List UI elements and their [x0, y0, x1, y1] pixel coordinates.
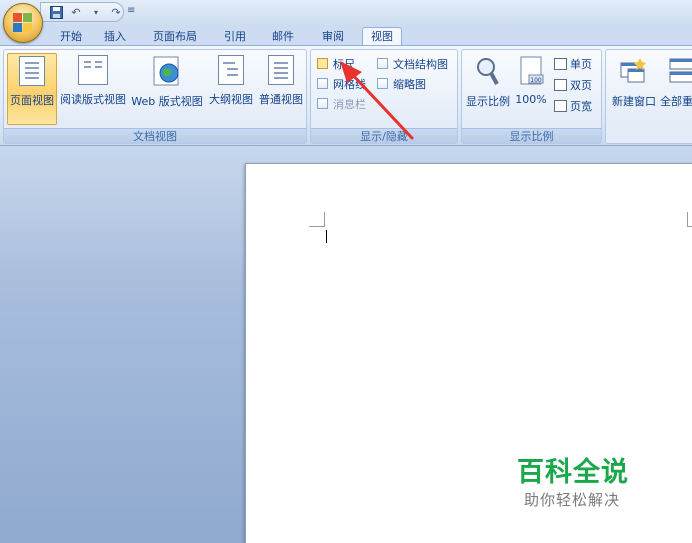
one-page-button[interactable]: 单页 — [554, 56, 592, 72]
crop-mark-right-v — [687, 212, 688, 227]
arrange-all-icon — [668, 55, 692, 87]
draft-view-label: 普通视图 — [259, 93, 303, 106]
web-layout-button[interactable]: Web 版式视图 — [129, 53, 205, 125]
title-bar: ↶ ▾ ↷ ≡ — [0, 0, 692, 26]
full-screen-reading-icon — [78, 55, 108, 85]
new-window-button[interactable]: 新建窗口 — [608, 53, 660, 125]
thumbnails-checkbox[interactable]: 缩略图 — [377, 75, 426, 92]
arrange-all-label: 全部重 — [660, 95, 692, 108]
ruler-label: 标尺 — [333, 57, 355, 71]
two-pages-icon — [554, 79, 567, 91]
draft-view-button[interactable]: 普通视图 — [256, 53, 306, 125]
tab-references[interactable]: 引用 — [216, 28, 254, 46]
full-screen-reading-button[interactable]: 阅读版式视图 — [58, 53, 128, 125]
page-100-icon: 100 — [515, 55, 547, 87]
thumbnails-label: 缩略图 — [393, 77, 426, 91]
ruler-checkbox-box — [317, 58, 328, 69]
gridlines-label: 网格线 — [333, 77, 366, 91]
zoom-100-label: 100% — [515, 93, 547, 106]
gridlines-checkbox[interactable]: 网格线 — [317, 75, 366, 92]
redo-icon[interactable]: ↷ — [109, 5, 123, 19]
ribbon-tabs: 开始 插入 页面布局 引用 邮件 审阅 视图 — [0, 26, 692, 47]
web-layout-label: Web 版式视图 — [131, 95, 203, 108]
globe-icon — [151, 55, 183, 87]
arrange-all-button[interactable]: 全部重 — [660, 53, 692, 125]
crop-mark-left-h — [309, 226, 325, 227]
document-map-label: 文档结构图 — [393, 57, 448, 71]
group-label-zoom: 显示比例 — [462, 128, 601, 143]
page-width-label: 页宽 — [570, 100, 592, 113]
thumbnails-checkbox-box — [377, 78, 388, 89]
gridlines-checkbox-box — [317, 78, 328, 89]
magnifier-icon — [472, 55, 504, 87]
group-label-document-views: 文档视图 — [4, 128, 306, 143]
watermark-title: 百科全说 — [517, 457, 629, 488]
office-button[interactable] — [3, 3, 43, 43]
one-page-icon — [554, 58, 567, 70]
tab-page-layout[interactable]: 页面布局 — [145, 28, 205, 46]
print-layout-icon — [19, 56, 45, 86]
ribbon: 页面视图 阅读版式视图 Web 版式视图 大纲视图 普通视图 文档视图 标尺 网… — [0, 45, 692, 146]
group-show-hide: 标尺 网格线 消息栏 文档结构图 缩略图 显示/隐藏 — [310, 49, 458, 144]
tab-insert[interactable]: 插入 — [96, 28, 134, 46]
print-layout-button[interactable]: 页面视图 — [7, 53, 57, 125]
crop-mark-left-v — [324, 212, 325, 227]
dropdown-small-icon[interactable]: ▾ — [89, 5, 103, 19]
outline-view-label: 大纲视图 — [209, 93, 253, 106]
zoom-button[interactable]: 显示比例 — [464, 53, 512, 125]
group-window: 新建窗口 全部重 — [605, 49, 692, 144]
customize-toolbar-icon[interactable]: ≡ — [127, 5, 135, 16]
document-map-checkbox[interactable]: 文档结构图 — [377, 55, 448, 72]
one-page-label: 单页 — [570, 58, 592, 71]
outline-icon — [218, 55, 244, 85]
zoom-100-button[interactable]: 100 100% — [513, 53, 549, 125]
group-document-views: 页面视图 阅读版式视图 Web 版式视图 大纲视图 普通视图 文档视图 — [3, 49, 307, 144]
tab-home[interactable]: 开始 — [52, 28, 90, 46]
undo-icon[interactable]: ↶ — [69, 5, 83, 19]
save-icon[interactable] — [49, 5, 63, 19]
tab-view[interactable]: 视图 — [362, 27, 402, 47]
message-bar-checkbox-box — [317, 98, 328, 109]
group-label-show-hide: 显示/隐藏 — [311, 128, 457, 143]
svg-text:100: 100 — [530, 77, 542, 84]
new-window-icon — [618, 55, 650, 87]
office-logo-icon — [13, 13, 33, 33]
quick-access-toolbar: ↶ ▾ ↷ — [40, 2, 124, 22]
outline-view-button[interactable]: 大纲视图 — [206, 53, 256, 125]
text-cursor — [326, 230, 327, 243]
message-bar-checkbox: 消息栏 — [317, 95, 366, 112]
two-pages-label: 双页 — [570, 79, 592, 92]
message-bar-label: 消息栏 — [333, 97, 366, 111]
two-pages-button[interactable]: 双页 — [554, 77, 592, 93]
page-width-icon — [554, 100, 567, 112]
print-layout-label: 页面视图 — [10, 94, 54, 107]
draft-icon — [268, 55, 294, 85]
crop-mark-right-h — [687, 226, 692, 227]
tab-review[interactable]: 审阅 — [314, 28, 352, 46]
full-screen-reading-label: 阅读版式视图 — [60, 93, 126, 106]
new-window-label: 新建窗口 — [612, 95, 656, 108]
tab-mailings[interactable]: 邮件 — [264, 28, 302, 46]
zoom-label: 显示比例 — [466, 95, 510, 108]
document-map-checkbox-box — [377, 58, 388, 69]
watermark-subtitle: 助你轻松解决 — [524, 491, 621, 509]
ruler-checkbox[interactable]: 标尺 — [317, 55, 355, 72]
page-width-button[interactable]: 页宽 — [554, 98, 592, 114]
group-zoom: 显示比例 100 100% 单页 双页 页宽 显示比例 — [461, 49, 602, 144]
